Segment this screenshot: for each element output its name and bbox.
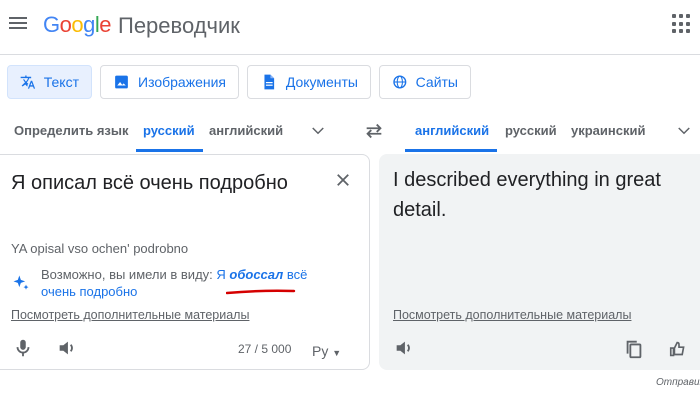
logo-letter: G (43, 12, 60, 37)
speaker-icon[interactable] (393, 337, 415, 359)
logo-letter: e (99, 12, 112, 37)
translate-icon (20, 75, 36, 89)
tab-documents[interactable]: Документы (247, 65, 371, 99)
suggestion-bold: обоссал (229, 267, 284, 282)
more-materials-link[interactable]: Посмотреть дополнительные материалы (11, 308, 249, 322)
swap-languages-icon[interactable] (363, 121, 385, 141)
copy-icon[interactable] (623, 338, 645, 360)
tab-text-label: Текст (43, 74, 79, 90)
tab-text[interactable]: Текст (7, 65, 92, 99)
send-feedback-link[interactable]: Отправить (656, 377, 700, 388)
document-icon (264, 74, 275, 90)
target-lang-underline (405, 149, 497, 152)
source-lang-underline (136, 149, 203, 152)
suggestion-start: Я (216, 267, 230, 282)
app-title: Переводчик (118, 13, 240, 38)
chevron-down-icon[interactable] (309, 122, 327, 140)
image-icon (115, 75, 128, 89)
source-lang-english[interactable]: английский (209, 123, 283, 138)
tab-images[interactable]: Изображения (100, 65, 239, 99)
caret-down-icon: ▼ (332, 348, 342, 358)
red-underline-annotation (226, 289, 296, 295)
globe-icon (393, 75, 407, 89)
tab-images-label: Изображения (138, 74, 226, 90)
source-lang-detect[interactable]: Определить язык (14, 123, 129, 138)
target-more-materials-link[interactable]: Посмотреть дополнительные материалы (393, 308, 631, 322)
tab-websites-label: Сайты (415, 74, 458, 90)
rate-translation-icon[interactable] (668, 338, 690, 360)
target-lang-russian[interactable]: русский (505, 123, 557, 138)
sparkle-icon (13, 275, 29, 290)
character-counter: 27 / 5 000 (238, 342, 292, 356)
source-lang-russian[interactable]: русский (143, 123, 195, 138)
tab-websites[interactable]: Сайты (379, 65, 471, 99)
keyboard-layout-button[interactable]: Ру ▼ (312, 343, 341, 359)
tab-documents-label: Документы (285, 74, 358, 90)
close-icon[interactable] (334, 171, 352, 189)
logo-letter: o (59, 12, 72, 37)
apps-grid-icon[interactable] (672, 14, 692, 34)
speaker-icon[interactable] (56, 337, 78, 359)
logo-letter: g (83, 12, 95, 37)
menu-icon[interactable] (8, 14, 28, 34)
transliteration: YA opisal vso ochen' podrobno (11, 241, 189, 256)
did-you-mean-prefix: Возможно, вы имели в виду: (41, 267, 217, 282)
keyboard-layout-label: Ру (312, 343, 329, 359)
target-lang-english[interactable]: английский (415, 123, 489, 138)
logo-letter: o (71, 12, 84, 37)
target-lang-ukrainian[interactable]: украинский (571, 123, 645, 138)
translation-output: I described everything in great detail. (393, 169, 661, 221)
microphone-icon[interactable] (12, 337, 34, 359)
source-text-input[interactable]: Я описал всё очень подробно (11, 168, 311, 198)
google-logo[interactable]: Google (43, 12, 112, 38)
chevron-down-icon[interactable] (675, 122, 693, 140)
